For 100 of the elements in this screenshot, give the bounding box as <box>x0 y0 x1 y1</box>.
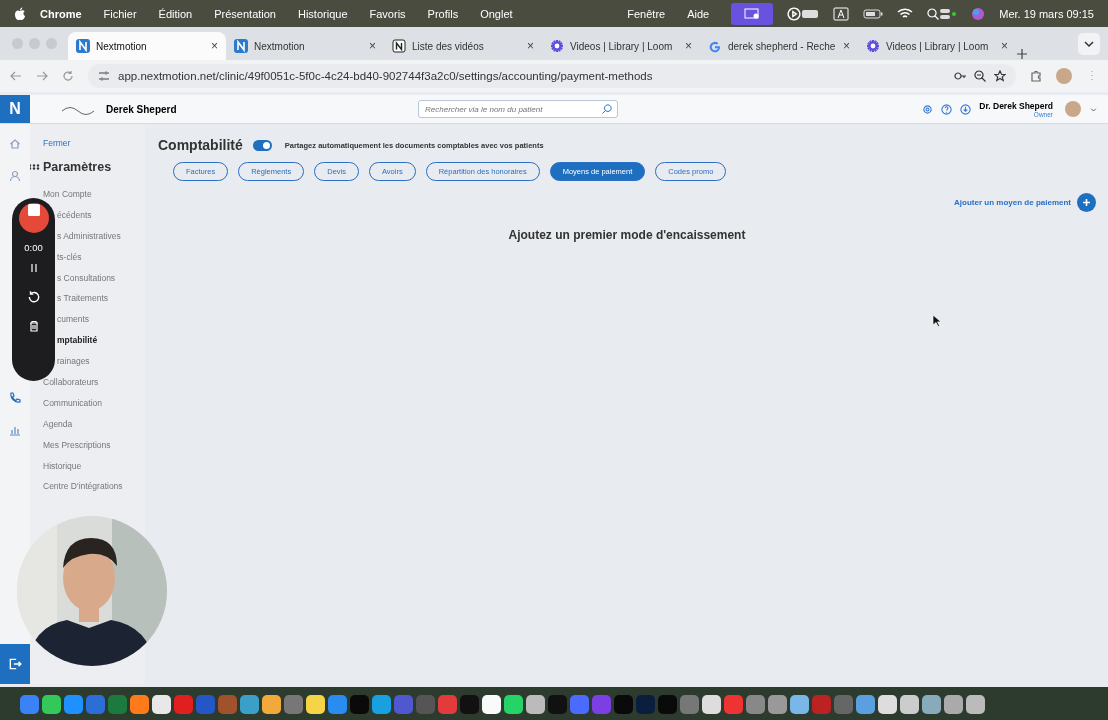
sidebar-item[interactable]: Historique <box>43 460 82 471</box>
address-bar[interactable]: app.nextmotion.net/clinic/49f0051c-5f0c-4c24-bd40-902744f3a2c0/settings/accounting/payment-methods <box>88 64 1016 88</box>
close-tab-button[interactable]: × <box>369 39 376 53</box>
search-field[interactable]: Rechercher via le nom du patient <box>418 100 618 118</box>
logout-icon[interactable] <box>8 657 22 671</box>
menu-item[interactable]: Historique <box>298 7 348 20</box>
dock-app-icon[interactable] <box>152 694 171 714</box>
dock-app-icon[interactable] <box>922 694 941 714</box>
sidebar-item[interactable]: s Administratives <box>57 230 121 241</box>
close-tab-button[interactable]: × <box>1001 39 1008 53</box>
battery-icon[interactable] <box>863 7 884 20</box>
menu-item[interactable]: Favoris <box>369 7 406 20</box>
browser-tab[interactable]: Nextmotion × <box>68 32 226 60</box>
user-icon[interactable] <box>9 170 21 182</box>
letter-n-icon <box>76 39 90 53</box>
browser-tab[interactable]: Videos | Library | Loom × <box>542 32 700 60</box>
key-icon[interactable] <box>954 70 966 82</box>
browser-tab[interactable]: derek shepherd - Reche × <box>700 32 858 60</box>
dock-app-icon[interactable] <box>702 694 721 714</box>
orb-icon[interactable] <box>971 6 986 21</box>
sidebar-item[interactable]: ts-clés <box>57 251 82 262</box>
close-tab-button[interactable]: × <box>211 39 218 53</box>
dock-app-icon[interactable] <box>790 694 809 714</box>
sidebar-item[interactable]: s Traitements <box>57 293 109 304</box>
chevron-down-icon[interactable] <box>1078 33 1100 55</box>
browser-tab[interactable]: Liste des vidéos × <box>384 32 542 60</box>
sidebar-item[interactable]: Centre D'intégrations <box>43 481 123 492</box>
sidebar-item[interactable]: Collaborateurs <box>43 377 99 387</box>
letter-a-icon[interactable] <box>833 6 850 21</box>
app-menu[interactable]: Chrome <box>40 7 82 20</box>
grid-dots-icon <box>29 164 41 170</box>
apple-icon[interactable] <box>14 6 26 21</box>
cursor-icon <box>932 314 941 327</box>
app-logo[interactable]: N <box>0 95 30 123</box>
forward-icon[interactable] <box>36 70 48 82</box>
close-link[interactable]: Fermer <box>43 138 71 148</box>
keyboard-icon[interactable] <box>801 7 820 20</box>
user-avatar[interactable] <box>1065 101 1081 117</box>
dock-app-icon[interactable] <box>42 694 61 714</box>
new-tab-icon[interactable] <box>1016 48 1028 60</box>
close-tab-button[interactable]: × <box>685 39 692 53</box>
control-center-icon[interactable] <box>939 7 958 20</box>
dock-app-icon[interactable] <box>900 694 919 714</box>
menu-item[interactable]: Édition <box>158 7 193 20</box>
reload-icon[interactable] <box>62 70 74 82</box>
dock-app-icon[interactable] <box>878 694 897 714</box>
dock-app-icon[interactable] <box>130 694 149 714</box>
sidebar-item[interactable]: Mes Prescriptions <box>43 439 111 450</box>
browser-tab[interactable]: Nextmotion × <box>226 32 384 60</box>
search-icon[interactable] <box>602 104 612 114</box>
menu-item[interactable]: Fenêtre <box>627 7 666 20</box>
close-tab-button[interactable]: × <box>527 39 534 53</box>
letter-n-icon <box>234 39 248 53</box>
wifi-icon[interactable] <box>897 7 914 20</box>
home-icon[interactable] <box>9 138 21 150</box>
dock-app-icon[interactable] <box>526 694 545 714</box>
dock-app-icon[interactable] <box>966 694 985 714</box>
dock-app-icon[interactable] <box>504 694 523 714</box>
add-link[interactable]: Ajouter un moyen de paiement <box>954 198 1071 207</box>
sidebar-item[interactable]: mptabilité <box>57 335 98 346</box>
sidebar-item[interactable]: Agenda <box>43 418 73 429</box>
back-icon[interactable] <box>10 70 22 82</box>
menu-item[interactable]: Présentation <box>214 7 276 20</box>
sidebar-item[interactable]: s Consultations <box>57 272 116 283</box>
dock-app-icon[interactable] <box>306 694 325 714</box>
dock-app-icon[interactable] <box>262 694 281 714</box>
play-icon[interactable] <box>787 6 802 21</box>
browser-tab[interactable]: Videos | Library | Loom × <box>858 32 1016 60</box>
sidebar-item[interactable]: Communication <box>43 397 103 408</box>
sidebar-item[interactable]: cuments <box>57 314 90 325</box>
plus-circle-icon[interactable] <box>1077 193 1096 212</box>
screen-share-icon[interactable] <box>731 2 774 25</box>
help-icon[interactable] <box>941 103 953 115</box>
phone-icon[interactable] <box>9 392 21 404</box>
trash-icon[interactable] <box>27 320 40 332</box>
download-icon[interactable] <box>960 103 972 115</box>
starburst-icon <box>550 39 564 53</box>
puzzle-icon[interactable] <box>1030 70 1042 82</box>
site-settings-icon[interactable] <box>98 70 110 82</box>
dock-app-icon[interactable] <box>944 694 963 714</box>
starburst-icon <box>866 39 880 53</box>
profile-avatar[interactable] <box>1056 68 1072 84</box>
gear-icon[interactable] <box>922 103 934 115</box>
menu-item[interactable]: Fichier <box>103 7 137 20</box>
sidebar-item[interactable]: rainages <box>57 356 90 367</box>
zoom-icon[interactable] <box>974 70 986 82</box>
menu-item[interactable]: Onglet <box>480 7 513 20</box>
sidebar-item[interactable]: écédents <box>57 209 92 220</box>
close-tab-button[interactable]: × <box>843 39 850 53</box>
letter-n-icon <box>392 39 406 53</box>
star-icon[interactable] <box>994 70 1006 82</box>
menu-item[interactable]: Profils <box>427 7 459 20</box>
dock-app-icon[interactable] <box>482 694 501 714</box>
toggle-switch[interactable] <box>252 139 272 151</box>
sidebar-item[interactable]: Mon Compte <box>43 189 92 199</box>
g-logo-icon <box>708 39 722 53</box>
stop-button[interactable] <box>18 203 49 233</box>
restart-icon[interactable] <box>26 290 41 304</box>
logout-button[interactable] <box>0 644 30 684</box>
menu-item[interactable]: Aide <box>687 7 710 20</box>
